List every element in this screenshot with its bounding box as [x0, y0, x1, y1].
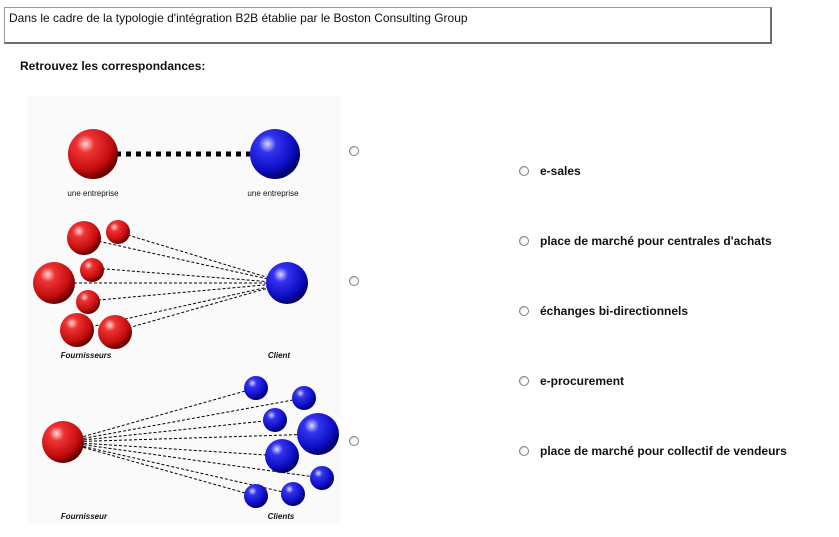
figure3-caption-right: Clients — [268, 512, 295, 521]
figure1-caption-right: une entreprise — [247, 189, 299, 198]
answer-radio[interactable] — [519, 166, 529, 176]
question-text-box: Dans le cadre de la typologie d'intégrat… — [4, 7, 772, 44]
blue-sphere-icon — [250, 129, 300, 179]
answer-radio[interactable] — [519, 306, 529, 316]
red-sphere-icon — [98, 315, 132, 349]
figure-one-supplier-many-clients: Fournisseur Clients — [28, 364, 340, 524]
blue-sphere-icon — [310, 466, 334, 490]
blue-sphere-icon — [281, 482, 305, 506]
figure3-match-radio[interactable] — [349, 436, 359, 446]
red-sphere-icon — [42, 421, 84, 463]
answer-label: place de marché pour collectif de vendeu… — [540, 444, 787, 458]
answer-radio[interactable] — [519, 236, 529, 246]
red-sphere-icon — [76, 290, 100, 314]
answer-radio[interactable] — [519, 376, 529, 386]
answer-option-echanges-bi-directionnels[interactable]: échanges bi-directionnels — [519, 304, 688, 318]
red-sphere-icon — [67, 221, 101, 255]
answer-option-place-marche-centrales-achats[interactable]: place de marché pour centrales d'achats — [519, 234, 772, 248]
blue-sphere-icon — [263, 408, 287, 432]
question-text: Dans le cadre de la typologie d'intégrat… — [9, 11, 468, 25]
blue-sphere-icon — [292, 386, 316, 410]
answer-label: e-sales — [540, 164, 581, 178]
instruction-label: Retrouvez les correspondances: — [20, 59, 206, 73]
figure1-caption-left: une entreprise — [67, 189, 119, 198]
figure-many-suppliers-one-client: Fournisseurs Client — [28, 208, 340, 364]
answer-option-e-procurement[interactable]: e-procurement — [519, 374, 624, 388]
blue-sphere-icon — [244, 376, 268, 400]
red-sphere-icon — [68, 129, 118, 179]
answer-radio[interactable] — [519, 446, 529, 456]
figure2-caption-right: Client — [268, 351, 291, 360]
red-sphere-icon — [106, 220, 130, 244]
figure1-match-radio[interactable] — [349, 146, 359, 156]
blue-sphere-icon — [266, 262, 308, 304]
figure3-caption-left: Fournisseur — [61, 512, 108, 521]
answer-option-place-marche-collectif-vendeurs[interactable]: place de marché pour collectif de vendeu… — [519, 444, 787, 458]
red-sphere-icon — [60, 313, 94, 347]
figure2-match-radio[interactable] — [349, 276, 359, 286]
red-sphere-icon — [80, 258, 104, 282]
figure-bidirectional: une entreprise une entreprise — [28, 96, 340, 208]
red-sphere-icon — [33, 262, 75, 304]
figure2-caption-left: Fournisseurs — [61, 351, 112, 360]
answer-label: échanges bi-directionnels — [540, 304, 689, 318]
blue-sphere-icon — [265, 439, 299, 473]
answer-option-e-sales[interactable]: e-sales — [519, 164, 581, 178]
blue-sphere-icon — [244, 484, 268, 508]
answer-label: place de marché pour centrales d'achats — [540, 234, 772, 248]
blue-sphere-icon — [297, 413, 339, 455]
answer-label: e-procurement — [540, 374, 625, 388]
